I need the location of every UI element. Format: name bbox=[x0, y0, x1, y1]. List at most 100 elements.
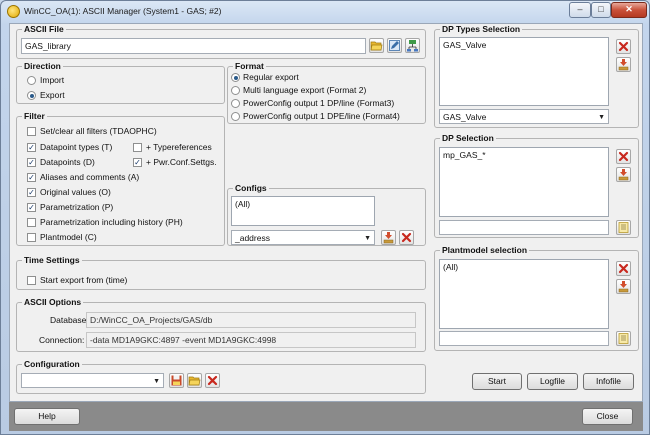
infofile-button[interactable]: Infofile bbox=[583, 373, 634, 390]
configs-delete-button[interactable] bbox=[399, 230, 414, 245]
start-export-time-label: Start export from (time) bbox=[40, 275, 128, 285]
tree-view-button[interactable] bbox=[405, 38, 420, 53]
database-label: Database: bbox=[50, 315, 89, 325]
plantmodel-input[interactable] bbox=[439, 331, 609, 346]
set-clear-filters-label: Set/clear all filters (TDAOPHC) bbox=[40, 126, 157, 136]
dp-types-select-button[interactable] bbox=[616, 57, 631, 72]
import-radio[interactable] bbox=[27, 76, 36, 85]
save-icon bbox=[171, 375, 182, 386]
dp-selection-select-button[interactable] bbox=[616, 167, 631, 182]
pwr-conf-label: + Pwr.Conf.Settgs. bbox=[146, 157, 217, 167]
filter-original-values-label: Original values (O) bbox=[40, 187, 111, 197]
pwr-conf-checkbox[interactable]: ✓ bbox=[133, 158, 142, 167]
format-multilang-label: Multi language export (Format 2) bbox=[243, 85, 367, 95]
start-export-time-checkbox[interactable] bbox=[27, 276, 36, 285]
folder-open-icon bbox=[370, 41, 383, 51]
filter-datapoints-checkbox[interactable]: ✓ bbox=[27, 158, 36, 167]
start-button[interactable]: Start bbox=[472, 373, 522, 390]
filter-plantmodel-checkbox[interactable] bbox=[27, 233, 36, 242]
format-dpeline-radio[interactable] bbox=[231, 112, 240, 121]
dp-selection-input[interactable] bbox=[439, 220, 609, 235]
dp-types-delete-button[interactable] bbox=[616, 39, 631, 54]
select-list-icon bbox=[618, 281, 629, 293]
footer-bar: Help Close bbox=[9, 402, 643, 431]
browse-icon bbox=[618, 222, 629, 233]
chevron-down-icon: ▼ bbox=[598, 114, 605, 121]
edit-file-button[interactable] bbox=[387, 38, 402, 53]
import-label: Import bbox=[40, 75, 65, 85]
time-settings-title: Time Settings bbox=[22, 255, 82, 266]
select-list-icon bbox=[618, 59, 629, 71]
configuration-combo[interactable]: ▼ bbox=[21, 373, 164, 388]
plantmodel-browse-button[interactable] bbox=[616, 331, 631, 346]
configs-list-item[interactable]: (All) bbox=[235, 199, 371, 210]
edit-icon bbox=[389, 40, 400, 51]
plantmodel-title: Plantmodel selection bbox=[440, 245, 530, 256]
configs-list[interactable]: (All) bbox=[231, 196, 375, 226]
red-x-icon bbox=[618, 41, 629, 52]
filter-parametrization-checkbox[interactable]: ✓ bbox=[27, 203, 36, 212]
red-x-icon bbox=[618, 151, 629, 162]
plantmodel-delete-button[interactable] bbox=[616, 261, 631, 276]
filter-datapoint-types-label: Datapoint types (T) bbox=[40, 142, 113, 152]
format-regular-radio[interactable] bbox=[231, 73, 240, 82]
typereferences-checkbox[interactable] bbox=[133, 143, 142, 152]
export-radio[interactable] bbox=[27, 91, 36, 100]
logfile-button[interactable]: Logfile bbox=[527, 373, 578, 390]
chevron-down-icon: ▼ bbox=[153, 378, 160, 385]
format-dpeline-label: PowerConfig output 1 DPE/line (Format4) bbox=[243, 111, 400, 121]
open-file-button[interactable] bbox=[369, 38, 384, 53]
select-list-icon bbox=[383, 232, 394, 244]
plantmodel-select-button[interactable] bbox=[616, 279, 631, 294]
ascii-file-input[interactable]: GAS_library bbox=[21, 38, 366, 54]
dp-types-combo[interactable]: GAS_Valve ▼ bbox=[439, 109, 609, 124]
dp-selection-list-item[interactable]: mp_GAS_* bbox=[443, 150, 605, 161]
typereferences-label: + Typereferences bbox=[146, 142, 212, 152]
wincc-app-icon bbox=[7, 5, 20, 18]
ascii-manager-window: WinCC_OA(1): ASCII Manager (System1 - GA… bbox=[0, 0, 650, 435]
client-area: ASCII File GAS_library Direction Import … bbox=[9, 23, 643, 402]
dp-types-list[interactable]: GAS_Valve bbox=[439, 37, 609, 106]
connection-label: Connection: bbox=[39, 335, 85, 345]
filter-param-history-label: Parametrization including history (PH) bbox=[40, 217, 183, 227]
format-dpline-label: PowerConfig output 1 DP/line (Format3) bbox=[243, 98, 395, 108]
red-x-icon bbox=[207, 375, 218, 386]
chevron-down-icon: ▼ bbox=[364, 235, 371, 242]
filter-datapoint-types-checkbox[interactable]: ✓ bbox=[27, 143, 36, 152]
configs-combo[interactable]: _address ▼ bbox=[231, 230, 375, 245]
ascii-file-title: ASCII File bbox=[22, 24, 66, 35]
configs-select-button[interactable] bbox=[381, 230, 396, 245]
close-window-button[interactable]: ✕ bbox=[611, 2, 647, 18]
plantmodel-list-item[interactable]: (All) bbox=[443, 262, 605, 273]
close-icon: ✕ bbox=[625, 4, 633, 14]
format-title: Format bbox=[233, 61, 266, 72]
dp-selection-list[interactable]: mp_GAS_* bbox=[439, 147, 609, 217]
dp-types-title: DP Types Selection bbox=[440, 24, 523, 35]
dp-selection-delete-button[interactable] bbox=[616, 149, 631, 164]
direction-title: Direction bbox=[22, 61, 63, 72]
tree-icon bbox=[407, 40, 418, 52]
dp-types-combo-value: GAS_Valve bbox=[443, 112, 487, 122]
open-configuration-button[interactable] bbox=[187, 373, 202, 388]
delete-configuration-button[interactable] bbox=[205, 373, 220, 388]
format-multilang-radio[interactable] bbox=[231, 86, 240, 95]
filter-param-history-checkbox[interactable] bbox=[27, 218, 36, 227]
ascii-options-title: ASCII Options bbox=[22, 297, 84, 308]
help-button[interactable]: Help bbox=[14, 408, 80, 425]
configs-combo-value: _address bbox=[235, 233, 270, 243]
filter-original-values-checkbox[interactable]: ✓ bbox=[27, 188, 36, 197]
dp-selection-browse-button[interactable] bbox=[616, 220, 631, 235]
filter-aliases-checkbox[interactable]: ✓ bbox=[27, 173, 36, 182]
save-configuration-button[interactable] bbox=[169, 373, 184, 388]
plantmodel-list[interactable]: (All) bbox=[439, 259, 609, 329]
set-clear-filters-checkbox[interactable] bbox=[27, 127, 36, 136]
close-button[interactable]: Close bbox=[582, 408, 633, 425]
maximize-button[interactable]: □ bbox=[591, 2, 611, 18]
format-dpline-radio[interactable] bbox=[231, 99, 240, 108]
title-bar: WinCC_OA(1): ASCII Manager (System1 - GA… bbox=[1, 1, 649, 23]
minimize-button[interactable]: – bbox=[569, 2, 591, 18]
dp-types-list-item[interactable]: GAS_Valve bbox=[443, 40, 605, 51]
dp-selection-title: DP Selection bbox=[440, 133, 496, 144]
filter-parametrization-label: Parametrization (P) bbox=[40, 202, 114, 212]
filter-datapoints-label: Datapoints (D) bbox=[40, 157, 95, 167]
